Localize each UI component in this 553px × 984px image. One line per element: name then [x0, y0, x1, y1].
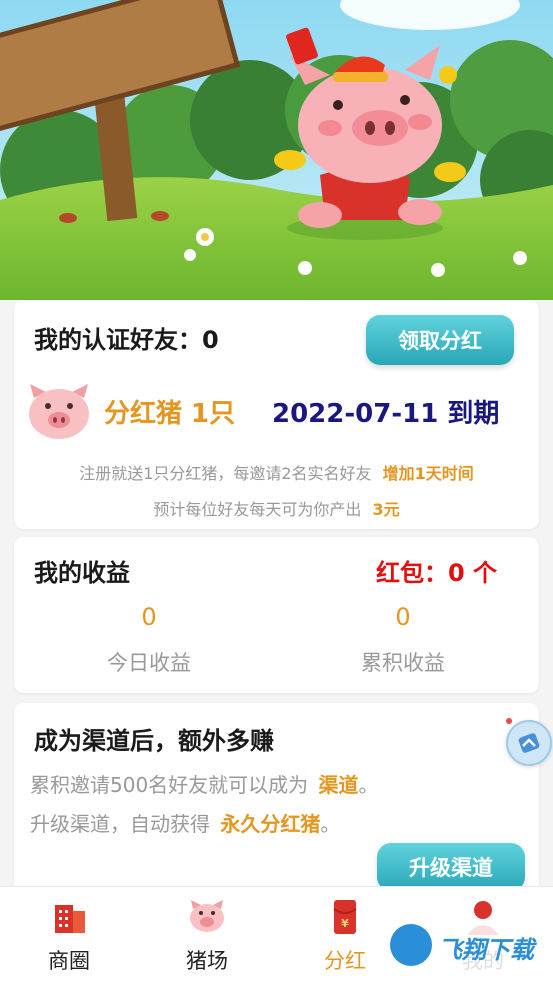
- friends-count: 0: [202, 326, 219, 354]
- channel-card: 成为渠道后，额外多赚 累积邀请500名好友就可以成为 渠道。 升级渠道，自动获得…: [14, 703, 539, 893]
- tab-business-label: 商圈: [48, 949, 90, 973]
- pig-icon: [190, 900, 224, 932]
- channel-line-1-highlight: 渠道: [318, 773, 359, 797]
- channel-title: 成为渠道后，额外多赚: [34, 727, 274, 755]
- friends-heading: 我的认证好友：0: [34, 320, 219, 355]
- red-packet-count[interactable]: 红包：0 个: [376, 553, 497, 588]
- friends-label: 我的认证好友：: [34, 326, 202, 354]
- red-packet-icon: ¥: [333, 900, 357, 934]
- watermark-icon: [390, 924, 432, 966]
- hero-banner: [0, 0, 553, 300]
- tab-pig-farm[interactable]: 猪场: [138, 887, 276, 984]
- upgrade-channel-button[interactable]: 升级渠道: [377, 843, 525, 891]
- tab-business[interactable]: 商圈: [0, 887, 138, 984]
- watermark-text: 飞翔下载: [438, 936, 534, 964]
- floating-share-button[interactable]: [506, 720, 552, 766]
- earnings-card: 我的收益 红包：0 个 0 今日收益 0 累积收益: [14, 537, 539, 693]
- total-earnings-label: 累积收益: [361, 651, 445, 675]
- earnings-title: 我的收益: [34, 559, 130, 587]
- today-earnings-label: 今日收益: [107, 651, 191, 675]
- building-icon: [55, 905, 85, 933]
- share-icon: [518, 733, 540, 753]
- watermark-logo: 飞翔下载: [386, 920, 544, 972]
- channel-line-2-text: 升级渠道，自动获得: [30, 812, 210, 836]
- channel-line-2: 升级渠道，自动获得 永久分红猪。: [30, 808, 340, 837]
- farm-illustration: [0, 0, 553, 300]
- note-line-1-text: 注册就送1只分红猪，每邀请2名实名好友: [79, 464, 372, 483]
- channel-line-2-end: 。: [320, 812, 341, 836]
- channel-line-2-highlight: 永久分红猪: [220, 812, 321, 836]
- note-line-1: 注册就送1只分红猪，每邀请2名实名好友 增加1天时间: [14, 460, 539, 484]
- note-line-1-highlight: 增加1天时间: [382, 464, 474, 483]
- note-line-2: 预计每位好友每天可为你产出 3元: [14, 496, 539, 520]
- friends-card: 我的认证好友：0 领取分红 分红猪 1只 2022-07-11 到期 注册就送1…: [14, 300, 539, 529]
- claim-dividend-button[interactable]: 领取分红: [366, 315, 514, 365]
- svg-text:¥: ¥: [341, 917, 349, 930]
- today-earnings-value: 0: [141, 603, 157, 631]
- channel-line-1: 累积邀请500名好友就可以成为 渠道。: [30, 769, 379, 798]
- channel-line-1-text: 累积邀请500名好友就可以成为: [30, 773, 309, 797]
- note-line-2-highlight: 3元: [372, 500, 400, 519]
- pig-icon: [29, 384, 89, 439]
- tab-pig-farm-label: 猪场: [186, 949, 228, 973]
- pig-expiry-date: 2022-07-11 到期: [272, 399, 500, 429]
- total-earnings-value: 0: [395, 603, 411, 631]
- pig-count: 分红猪 1只: [104, 399, 236, 429]
- notification-dot: [506, 718, 512, 724]
- channel-line-1-end: 。: [358, 773, 379, 797]
- note-line-2-text: 预计每位好友每天可为你产出: [153, 500, 362, 519]
